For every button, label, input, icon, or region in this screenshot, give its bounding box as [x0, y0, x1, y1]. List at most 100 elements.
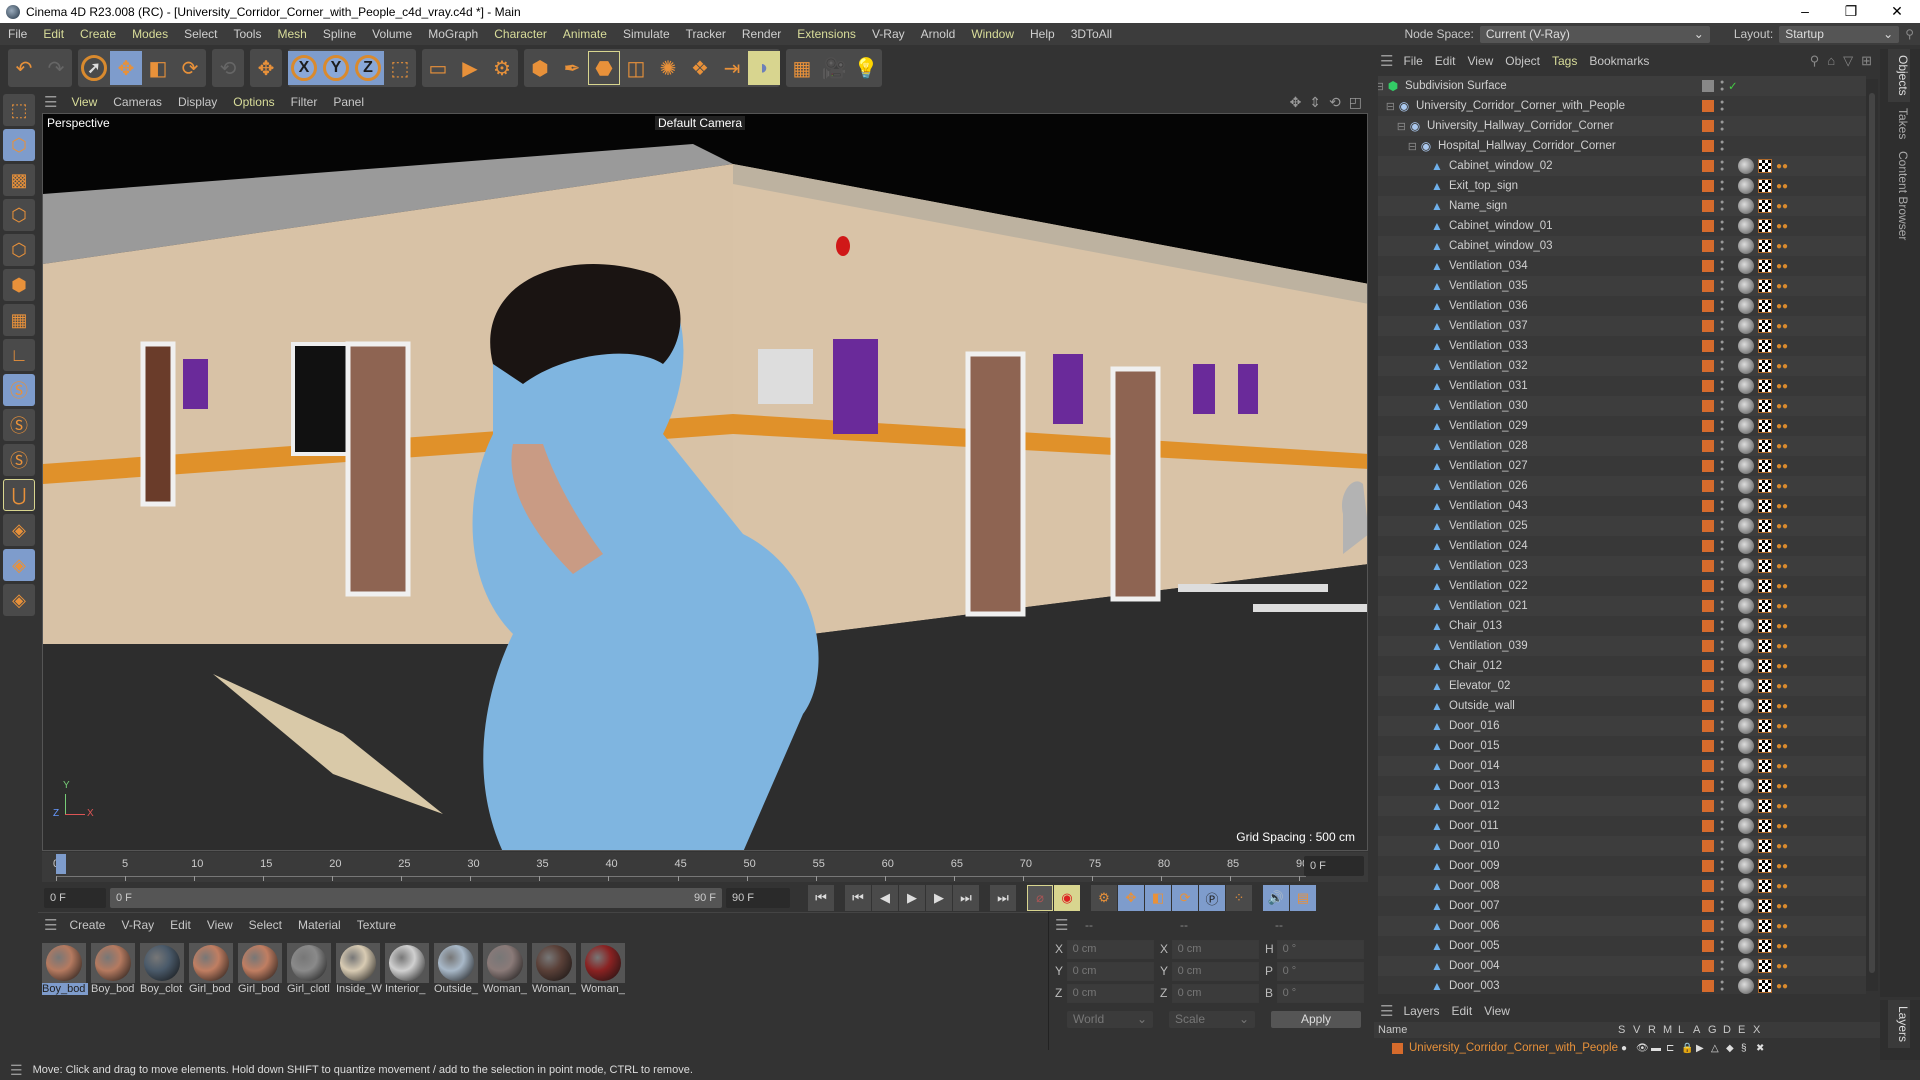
- menu-modes[interactable]: Modes: [124, 27, 176, 41]
- uvw-tag-icon[interactable]: [1758, 799, 1772, 813]
- y-axis-button[interactable]: Y: [320, 51, 352, 85]
- layer-d-toggle-icon[interactable]: ◆: [1726, 1043, 1741, 1054]
- playhead[interactable]: [56, 854, 66, 874]
- menu-arnold[interactable]: Arnold: [913, 27, 964, 41]
- layer-row[interactable]: University_Corridor_Corner_with_People ● 👁…: [1374, 1038, 1880, 1058]
- object-row[interactable]: ▲ Ventilation_028 ● ● ●●: [1378, 436, 1866, 456]
- object-row[interactable]: ▲ Door_013 ● ● ●●: [1378, 776, 1866, 796]
- layer-column-l[interactable]: L: [1678, 1024, 1693, 1036]
- redo-button[interactable]: ↷: [40, 51, 72, 85]
- object-row[interactable]: ▲ Outside_wall ● ● ●●: [1378, 696, 1866, 716]
- layer-column-r[interactable]: R: [1648, 1024, 1663, 1036]
- phong-tag-icon[interactable]: ●●: [1776, 521, 1788, 532]
- material-menu-texture[interactable]: Texture: [349, 918, 404, 932]
- phong-tag-icon[interactable]: ●●: [1776, 801, 1788, 812]
- layer-color-swatch[interactable]: [1702, 560, 1714, 572]
- phong-tag-icon[interactable]: ●●: [1776, 461, 1788, 472]
- visibility-dots-icon[interactable]: ● ●: [1720, 99, 1726, 113]
- visibility-dots-icon[interactable]: ● ●: [1720, 599, 1726, 613]
- layer-color-swatch[interactable]: [1702, 940, 1714, 952]
- phong-tag-icon[interactable]: ●●: [1776, 881, 1788, 892]
- object-row[interactable]: ▲ Ventilation_022 ● ● ●●: [1378, 576, 1866, 596]
- floor-button[interactable]: ▦: [786, 51, 818, 85]
- phong-tag-icon[interactable]: ●●: [1776, 661, 1788, 672]
- close-button[interactable]: ✕: [1874, 3, 1920, 20]
- layer-s-toggle-icon[interactable]: ●: [1621, 1043, 1636, 1054]
- uvw-tag-icon[interactable]: [1758, 279, 1772, 293]
- material-tag-icon[interactable]: [1738, 838, 1754, 854]
- layer-color-swatch[interactable]: [1702, 400, 1714, 412]
- material-tag-icon[interactable]: [1738, 518, 1754, 534]
- layer-color-swatch[interactable]: [1702, 280, 1714, 292]
- minimize-button[interactable]: –: [1782, 3, 1828, 20]
- size-z-field[interactable]: 0 cm: [1171, 983, 1259, 1003]
- object-row[interactable]: ⊟ ⬢ Subdivision Surface ✓ ● ●: [1378, 76, 1866, 96]
- phong-tag-icon[interactable]: ●●: [1776, 481, 1788, 492]
- material-tag-icon[interactable]: [1738, 658, 1754, 674]
- visibility-dots-icon[interactable]: ● ●: [1720, 119, 1726, 133]
- layer-color-swatch[interactable]: [1702, 480, 1714, 492]
- material-menu-v-ray[interactable]: V-Ray: [113, 918, 162, 932]
- layer-color-swatch[interactable]: [1702, 580, 1714, 592]
- layer-color-swatch[interactable]: [1702, 800, 1714, 812]
- uvw-tag-icon[interactable]: [1758, 579, 1772, 593]
- menu-create[interactable]: Create: [72, 27, 124, 41]
- uvw-tag-icon[interactable]: [1758, 219, 1772, 233]
- phong-tag-icon[interactable]: ●●: [1776, 281, 1788, 292]
- collapse-icon[interactable]: ⊟: [1397, 120, 1406, 133]
- apply-button[interactable]: Apply: [1271, 1010, 1361, 1028]
- render-picture-viewer-button[interactable]: ▶: [454, 51, 486, 85]
- uvw-tag-icon[interactable]: [1758, 619, 1772, 633]
- phong-tag-icon[interactable]: ●●: [1776, 961, 1788, 972]
- uvw-tag-icon[interactable]: [1758, 919, 1772, 933]
- material-tag-icon[interactable]: [1738, 778, 1754, 794]
- filter-icon[interactable]: ▽: [1843, 53, 1853, 69]
- visibility-dots-icon[interactable]: ● ●: [1720, 859, 1726, 873]
- rotation-b-field[interactable]: 0 °: [1276, 983, 1364, 1003]
- layer-color-swatch[interactable]: [1702, 860, 1714, 872]
- uvw-tag-icon[interactable]: [1758, 519, 1772, 533]
- layer-menu-layers[interactable]: Layers: [1397, 1004, 1445, 1018]
- uvw-tag-icon[interactable]: [1758, 179, 1772, 193]
- search-icon[interactable]: ⚲: [1905, 27, 1914, 41]
- pan-view-icon[interactable]: ✥: [1290, 94, 1302, 111]
- sound-icon[interactable]: 🔊: [1263, 885, 1289, 911]
- pen-button[interactable]: ✒: [556, 51, 588, 85]
- object-menu-view[interactable]: View: [1461, 54, 1499, 68]
- visibility-dots-icon[interactable]: ● ●: [1720, 139, 1726, 153]
- layer-column-e[interactable]: E: [1738, 1024, 1753, 1036]
- layer-menu-view[interactable]: View: [1478, 1004, 1516, 1018]
- material-tag-icon[interactable]: [1738, 398, 1754, 414]
- layer-color-swatch[interactable]: [1702, 120, 1714, 132]
- layer-color-swatch[interactable]: [1702, 680, 1714, 692]
- material-tag-icon[interactable]: [1738, 758, 1754, 774]
- phong-tag-icon[interactable]: ●●: [1776, 761, 1788, 772]
- position-z-field[interactable]: 0 cm: [1066, 983, 1154, 1003]
- uvw-tag-icon[interactable]: [1758, 419, 1772, 433]
- material-tag-icon[interactable]: [1738, 918, 1754, 934]
- visibility-dots-icon[interactable]: ● ●: [1720, 819, 1726, 833]
- material-tag-icon[interactable]: [1738, 698, 1754, 714]
- layer-color-swatch[interactable]: [1702, 660, 1714, 672]
- transform-mode-dropdown[interactable]: Scale ⌄: [1169, 1010, 1255, 1028]
- object-row[interactable]: ▲ Ventilation_031 ● ● ●●: [1378, 376, 1866, 396]
- play-icon[interactable]: ▶: [899, 885, 925, 911]
- visibility-dots-icon[interactable]: ● ●: [1720, 499, 1726, 513]
- uvw-tag-icon[interactable]: [1758, 959, 1772, 973]
- object-row[interactable]: ▲ Door_016 ● ● ●●: [1378, 716, 1866, 736]
- end-frame-field[interactable]: 90 F: [726, 888, 790, 908]
- phong-tag-icon[interactable]: ●●: [1776, 641, 1788, 652]
- uvw-tag-icon[interactable]: [1758, 679, 1772, 693]
- layer-color-swatch[interactable]: [1702, 460, 1714, 472]
- material-swatch[interactable]: Woman_: [483, 943, 529, 995]
- layer-color-swatch[interactable]: [1702, 300, 1714, 312]
- viewport-menu-cameras[interactable]: Cameras: [105, 95, 170, 109]
- visibility-dots-icon[interactable]: ● ●: [1720, 559, 1726, 573]
- object-row[interactable]: ⊟ ◉ Hospital_Hallway_Corridor_Corner ● ●: [1378, 136, 1866, 156]
- visibility-dots-icon[interactable]: ● ●: [1720, 979, 1726, 993]
- layer-color-swatch[interactable]: [1702, 880, 1714, 892]
- menu-3dtoall[interactable]: 3DToAll: [1063, 27, 1120, 41]
- object-row[interactable]: ▲ Ventilation_036 ● ● ●●: [1378, 296, 1866, 316]
- visibility-dots-icon[interactable]: ● ●: [1720, 639, 1726, 653]
- uvw-tag-icon[interactable]: [1758, 159, 1772, 173]
